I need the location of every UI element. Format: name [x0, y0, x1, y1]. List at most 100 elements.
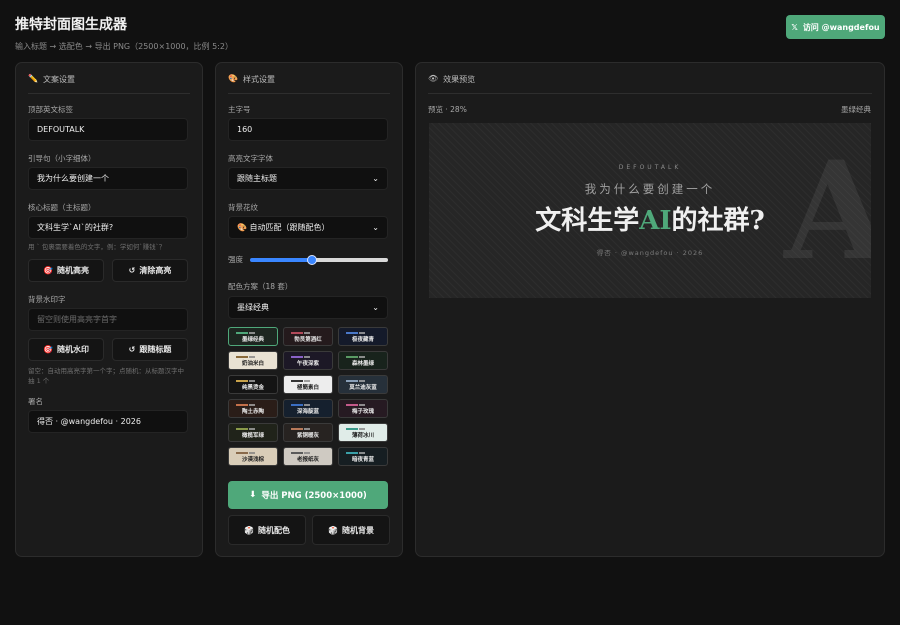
signature-value: 得否 · @wangdefou · 2026	[37, 417, 141, 426]
follow-title-label: 跟随标题	[139, 345, 172, 354]
swatch-label: 極簡素白	[296, 385, 319, 391]
visit-profile-button[interactable]: 𝕏 访问 @wangdefou	[786, 15, 885, 39]
strength-label: 强度	[228, 255, 243, 264]
highlight-font-select[interactable]: 跟随主标题 ⌄	[228, 167, 388, 190]
lead-label: 引导句（小字细体）	[28, 154, 96, 163]
random-highlight-button[interactable]: 🎯 随机高亮	[28, 259, 104, 282]
color-swatch[interactable]: 勃艮第酒红	[283, 327, 333, 346]
color-swatch[interactable]: 纯黑烫金	[228, 375, 278, 394]
swatch-label: 勃艮第酒红	[294, 337, 322, 343]
follow-title-button[interactable]: ↺ 跟随标题	[112, 338, 188, 361]
reset-icon: ↺	[128, 266, 136, 275]
swatch-text-bar	[359, 332, 365, 334]
color-swatch[interactable]: 梅子玫瑰	[338, 399, 388, 418]
scheme-label: 配色方案（18 套）	[228, 282, 293, 291]
font-size-label: 主字号	[228, 105, 251, 114]
color-swatch[interactable]: 极夜藏青	[338, 327, 388, 346]
swatch-accent-bar	[291, 404, 303, 406]
random-color-button[interactable]: 🎲 随机配色	[228, 515, 306, 545]
swatch-text-bar	[249, 332, 255, 334]
swatch-label: 老报纸灰	[296, 457, 319, 463]
swatch-accent-bar	[236, 380, 248, 382]
swatch-accent-bar	[346, 404, 358, 406]
swatch-text-bar	[249, 380, 255, 382]
title-hint: 用 ` 包裹需要着色的文字，例：学如何`赚钱`？	[28, 243, 166, 251]
swatch-accent-bar	[346, 380, 358, 382]
watermark-placeholder: 留空则使用高亮字首字	[37, 315, 117, 324]
preview-scale: 预览 · 28%	[428, 105, 467, 114]
panel-title: 效果预览	[443, 75, 476, 84]
color-swatch[interactable]: 老报纸灰	[283, 447, 333, 466]
target-icon: 🎯	[43, 345, 53, 354]
color-swatch[interactable]: 深海靛蓝	[283, 399, 333, 418]
font-size-input[interactable]: 160	[228, 118, 388, 141]
title-label: 核心标题（主标题）	[28, 203, 96, 212]
title-value: 文科生学`AI`的社群?	[37, 223, 114, 232]
reset-icon: ↺	[128, 345, 136, 354]
swatch-text-bar	[249, 356, 255, 358]
color-swatch[interactable]: 沙漠浅棕	[228, 447, 278, 466]
chevron-down-icon: ⌄	[372, 223, 379, 232]
color-swatch[interactable]: 橄榄军绿	[228, 423, 278, 442]
scheme-select[interactable]: 墨绿经典 ⌄	[228, 296, 388, 319]
preview-title-highlight: AI	[639, 206, 672, 236]
swatch-text-bar	[249, 428, 255, 430]
random-watermark-button[interactable]: 🎯 随机水印	[28, 338, 104, 361]
tag-value: DEFOUTALK	[37, 125, 85, 134]
chevron-down-icon: ⌄	[372, 174, 379, 183]
visit-label: 访问 @wangdefou	[802, 22, 880, 32]
swatch-accent-bar	[346, 428, 358, 430]
page-subtitle: 输入标题 → 选配色 → 导出 PNG（2500×1000，比例 5:2）	[15, 42, 233, 51]
color-swatch[interactable]: 午夜深紫	[283, 351, 333, 370]
swatch-label: 橄榄军绿	[241, 433, 264, 439]
target-icon: 🎯	[43, 266, 53, 275]
font-size-value: 160	[237, 125, 253, 134]
clear-highlight-button[interactable]: ↺ 清除高亮	[112, 259, 188, 282]
lead-value: 我为什么要创建一个	[37, 174, 109, 183]
preview-panel: 👁 效果预览 预览 · 28% 墨绿经典 A DEFOUTALK 我为什么要创建…	[415, 62, 885, 557]
swatch-text-bar	[304, 404, 310, 406]
lead-input[interactable]: 我为什么要创建一个	[28, 167, 188, 190]
strength-slider[interactable]	[250, 255, 388, 265]
swatch-label: 梅子玫瑰	[351, 409, 374, 415]
export-png-button[interactable]: ⬇ 导出 PNG (2500×1000)	[228, 481, 388, 509]
bg-pattern-select[interactable]: 🎨 自动匹配（跟随配色） ⌄	[228, 216, 388, 239]
random-bg-button[interactable]: 🎲 随机背景	[312, 515, 390, 545]
signature-input[interactable]: 得否 · @wangdefou · 2026	[28, 410, 188, 433]
random-bg-label: 随机背景	[341, 525, 374, 535]
swatch-label: 午夜深紫	[296, 361, 319, 367]
color-swatch[interactable]: 薄荷冰川	[338, 423, 388, 442]
swatch-accent-bar	[236, 356, 248, 358]
color-swatch[interactable]: 暗夜青蓝	[338, 447, 388, 466]
color-swatch[interactable]: 紫铜暖灰	[283, 423, 333, 442]
swatch-text-bar	[359, 404, 365, 406]
color-swatch[interactable]: 極簡素白	[283, 375, 333, 394]
color-swatch[interactable]: 墨绿经典	[228, 327, 278, 346]
slider-thumb[interactable]	[307, 255, 318, 265]
swatch-text-bar	[304, 428, 310, 430]
title-input[interactable]: 文科生学`AI`的社群?	[28, 216, 188, 239]
preview-title: 文科生学AI的社群?	[429, 200, 871, 237]
swatch-accent-bar	[291, 332, 303, 334]
color-swatch[interactable]: 森林墨绿	[338, 351, 388, 370]
x-logo-icon: 𝕏	[791, 22, 798, 32]
color-swatch[interactable]: 奶油米白	[228, 351, 278, 370]
swatch-text-bar	[359, 428, 365, 430]
swatch-accent-bar	[236, 332, 248, 334]
swatch-accent-bar	[291, 356, 303, 358]
watermark-label: 背景水印字	[28, 295, 66, 304]
swatch-label: 森林墨绿	[351, 361, 374, 367]
swatch-text-bar	[359, 380, 365, 382]
preview-title-pre: 文科生学	[535, 206, 640, 236]
copy-settings-panel: ✏️ 文案设置 顶部英文标签 DEFOUTALK 引导句（小字细体） 我为什么要…	[15, 62, 203, 557]
swatch-text-bar	[304, 332, 310, 334]
preview-title-post: 的社群?	[671, 206, 765, 236]
dice-icon: 🎲	[244, 525, 254, 535]
watermark-input[interactable]: 留空则使用高亮字首字	[28, 308, 188, 331]
tag-input[interactable]: DEFOUTALK	[28, 118, 188, 141]
swatch-accent-bar	[346, 452, 358, 454]
color-swatch[interactable]: 陶土赤陶	[228, 399, 278, 418]
palette-icon: 🎨	[228, 74, 238, 83]
random-highlight-label: 随机高亮	[56, 266, 89, 275]
color-swatch[interactable]: 莫兰迪灰蓝	[338, 375, 388, 394]
